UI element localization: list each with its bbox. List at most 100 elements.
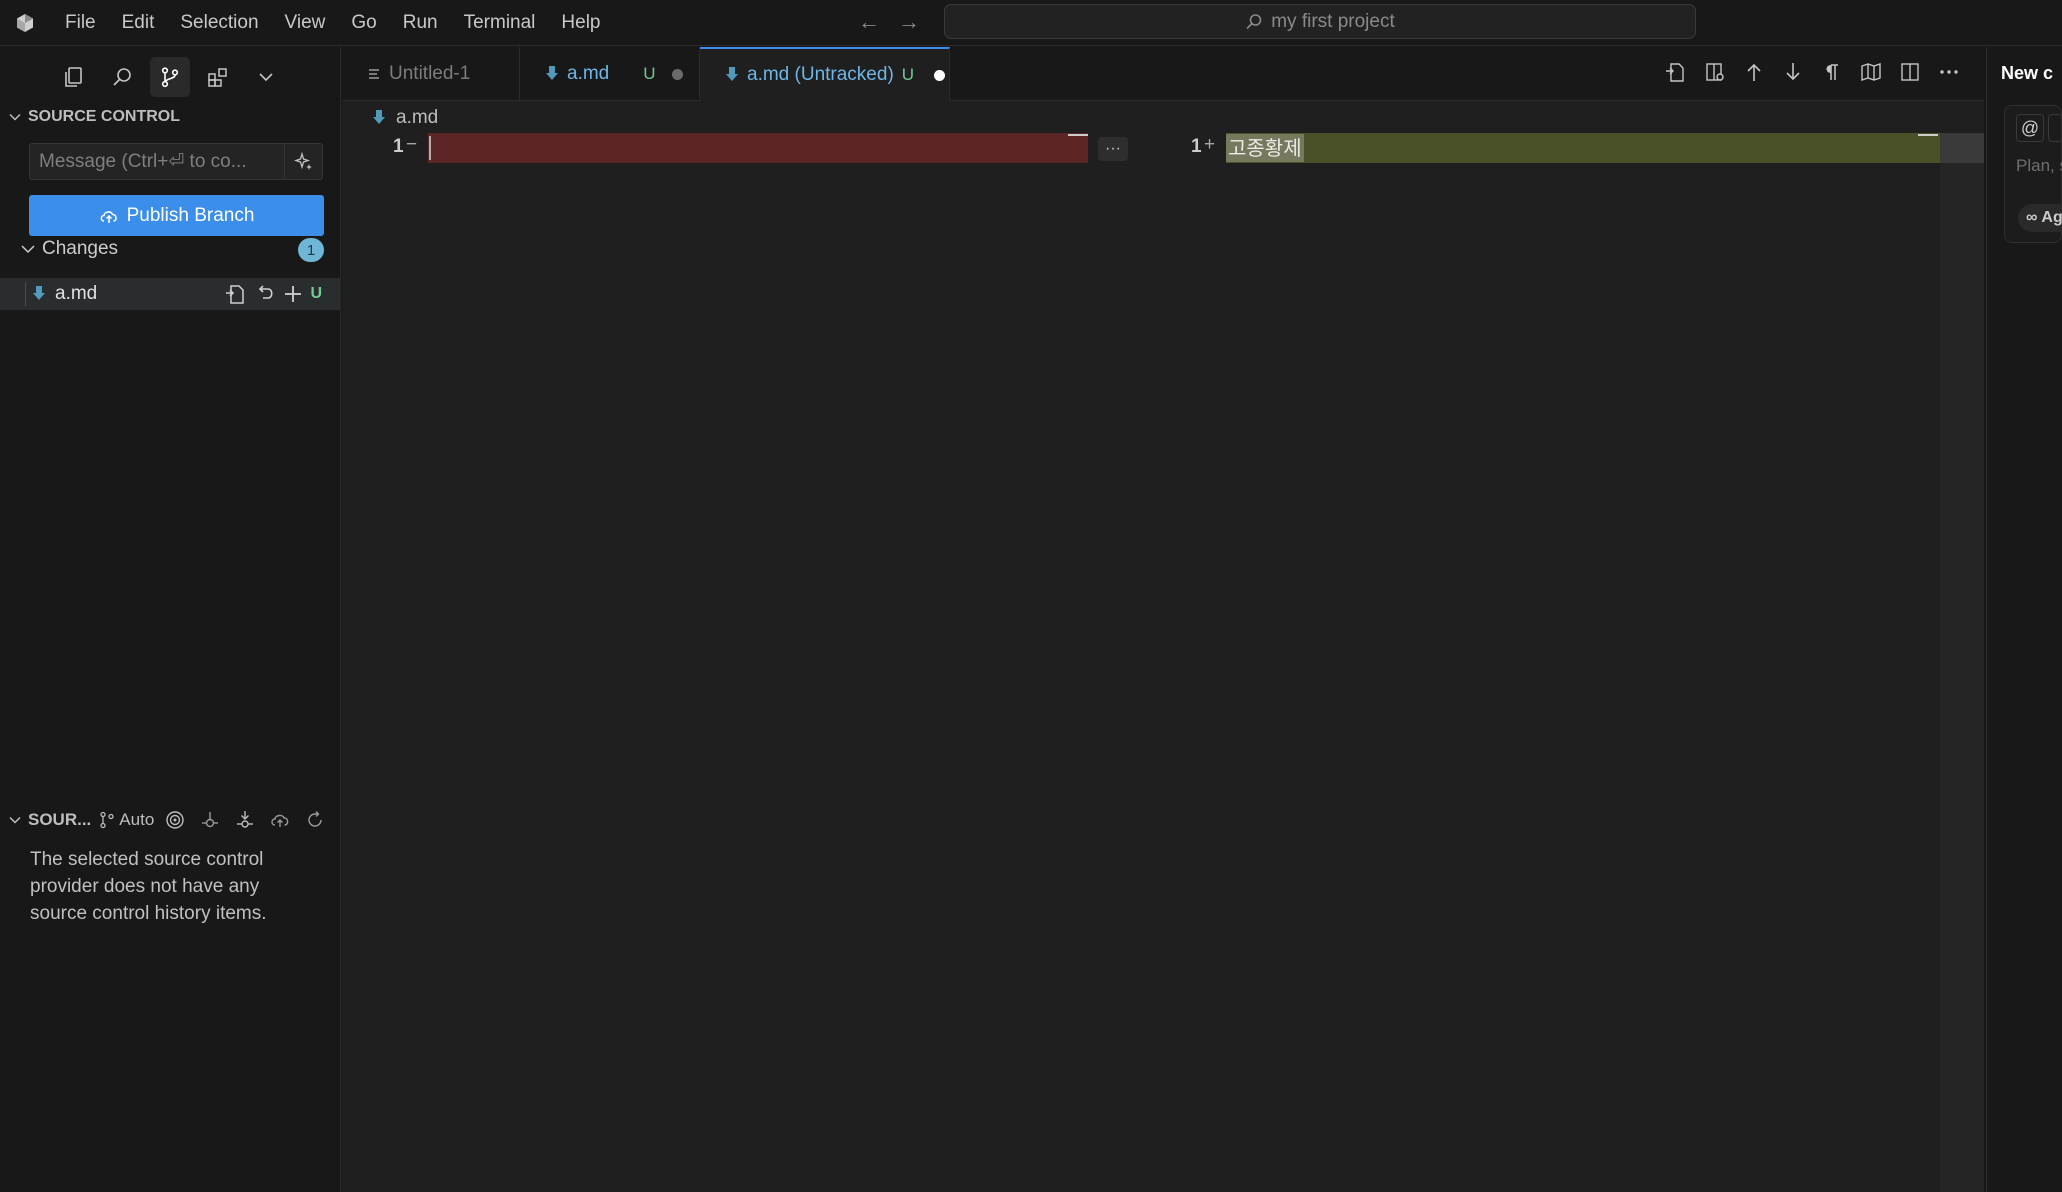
app-logo-icon xyxy=(17,14,33,32)
command-center-search[interactable]: my first project xyxy=(944,4,1696,39)
activity-bar xyxy=(54,57,286,97)
added-line-text[interactable]: 고종황제 xyxy=(1226,134,1304,162)
editor-actions xyxy=(1662,58,1962,85)
navigation-arrows: ← → xyxy=(856,9,922,35)
changes-count-badge: 1 xyxy=(298,238,324,262)
changes-label: Changes xyxy=(42,238,119,259)
commit-message-placeholder: Message (Ctrl+⏎ to co... xyxy=(39,151,247,172)
tab-status: U xyxy=(901,65,915,84)
history-empty-message: The selected source control provider doe… xyxy=(30,849,267,924)
removed-marker: − xyxy=(406,134,418,155)
generate-message-icon[interactable] xyxy=(284,144,322,179)
split-editor-icon[interactable] xyxy=(1896,58,1923,85)
line-number: 1 xyxy=(1191,136,1202,157)
added-ruler-mark xyxy=(1918,134,1938,136)
tab-a-md-untracked[interactable]: a.md (Untracked) U xyxy=(700,47,950,101)
fetch-icon[interactable] xyxy=(199,809,221,831)
commit-message-input[interactable]: Message (Ctrl+⏎ to co... xyxy=(29,143,323,180)
source-control-title: SOURCE CONTROL xyxy=(28,108,180,125)
tab-untitled-1[interactable]: Untitled-1 xyxy=(342,47,520,101)
source-control-graph-header[interactable]: SOUR... Auto xyxy=(0,804,340,836)
markdown-file-icon xyxy=(33,286,45,300)
agent-mode-button[interactable]: ∞ Ag xyxy=(2018,204,2062,232)
menu-edit[interactable]: Edit xyxy=(109,12,168,34)
inline-view-icon[interactable] xyxy=(1701,58,1728,85)
markdown-file-icon xyxy=(726,67,738,81)
added-line[interactable] xyxy=(1226,133,1940,163)
changed-file-name: a.md xyxy=(55,283,98,304)
tab-label: a.md xyxy=(567,63,610,84)
pull-icon[interactable] xyxy=(234,809,256,831)
title-bar: File Edit Selection View Go Run Terminal… xyxy=(0,0,2062,46)
menu-terminal[interactable]: Terminal xyxy=(451,12,549,34)
infinity-icon: ∞ xyxy=(2026,209,2038,226)
cloud-upload-icon xyxy=(100,210,117,223)
source-control-graph-title: SOUR... xyxy=(28,810,92,829)
tab-label: Untitled-1 xyxy=(389,63,471,84)
overview-ruler-slider[interactable] xyxy=(1940,133,1984,163)
app-window: File Edit Selection View Go Run Terminal… xyxy=(0,0,2062,1192)
next-change-icon[interactable] xyxy=(1779,58,1806,85)
discard-changes-icon[interactable] xyxy=(254,283,276,305)
line-number: 1 xyxy=(393,136,404,157)
removed-line[interactable] xyxy=(428,133,1088,163)
command-center-label: my first project xyxy=(1271,10,1395,32)
explorer-icon[interactable] xyxy=(54,57,94,97)
sidebar: SOURCE CONTROL Message (Ctrl+⏎ to co... … xyxy=(0,47,341,1192)
markdown-file-icon xyxy=(546,66,558,80)
chevron-down-icon xyxy=(21,245,35,254)
back-arrow-icon[interactable]: ← xyxy=(856,9,882,35)
removed-ruler-mark xyxy=(1068,134,1088,136)
cloud-upload-icon[interactable] xyxy=(269,809,291,831)
source-control-header[interactable]: SOURCE CONTROL xyxy=(8,104,180,130)
unsaved-dot-icon[interactable] xyxy=(934,69,946,81)
context-button[interactable] xyxy=(2048,114,2062,142)
more-actions-icon[interactable] xyxy=(1935,58,1962,85)
menu-bar: File Edit Selection View Go Run Terminal… xyxy=(52,0,614,46)
mention-button[interactable]: @ xyxy=(2016,114,2044,142)
menu-run[interactable]: Run xyxy=(390,12,451,34)
open-file-icon[interactable] xyxy=(1662,58,1689,85)
text-file-icon xyxy=(369,69,379,79)
tree-indent-guide xyxy=(25,282,26,306)
whitespace-icon[interactable] xyxy=(1818,58,1845,85)
diff-more-button[interactable]: ··· xyxy=(1098,137,1128,161)
chat-placeholder: Plan, s xyxy=(2016,156,2062,175)
breadcrumb-file[interactable]: a.md xyxy=(396,107,438,129)
chevron-down-icon xyxy=(9,816,21,824)
previous-change-icon[interactable] xyxy=(1740,58,1767,85)
chevron-down-icon[interactable] xyxy=(246,57,286,97)
added-marker: + xyxy=(1204,134,1216,155)
changed-file-row[interactable]: a.md U xyxy=(0,278,340,310)
extensions-icon[interactable] xyxy=(198,57,238,97)
menu-view[interactable]: View xyxy=(272,12,339,34)
stage-changes-icon[interactable] xyxy=(282,283,304,305)
search-icon[interactable] xyxy=(102,57,142,97)
breadcrumb[interactable]: a.md xyxy=(372,104,438,131)
menu-file[interactable]: File xyxy=(52,12,109,34)
tab-a-md[interactable]: a.md U xyxy=(520,47,700,101)
markdown-file-icon xyxy=(373,109,385,124)
publish-branch-label: Publish Branch xyxy=(126,204,255,226)
source-control-icon[interactable] xyxy=(150,57,190,97)
new-chat-title[interactable]: New c xyxy=(2001,63,2053,84)
history-branch-label[interactable]: Auto xyxy=(119,810,154,830)
file-actions: U xyxy=(224,278,322,310)
untracked-status: U xyxy=(310,285,322,302)
open-file-icon[interactable] xyxy=(224,283,248,305)
menu-go[interactable]: Go xyxy=(338,12,389,34)
forward-arrow-icon[interactable]: → xyxy=(896,9,922,35)
agent-mode-label: Ag xyxy=(2041,209,2062,226)
chevron-down-icon xyxy=(9,113,21,121)
map-icon[interactable] xyxy=(1857,58,1884,85)
publish-branch-button[interactable]: Publish Branch xyxy=(29,195,324,236)
overview-ruler[interactable] xyxy=(1940,133,1984,1192)
tab-status: U xyxy=(643,64,656,83)
menu-help[interactable]: Help xyxy=(548,12,613,34)
menu-selection[interactable]: Selection xyxy=(167,12,271,34)
unsaved-dot-icon[interactable] xyxy=(671,68,683,80)
diff-editor[interactable] xyxy=(342,101,1984,1192)
refresh-icon[interactable] xyxy=(304,809,326,831)
target-icon[interactable] xyxy=(164,809,186,831)
changes-group[interactable]: Changes 1 xyxy=(0,233,340,265)
